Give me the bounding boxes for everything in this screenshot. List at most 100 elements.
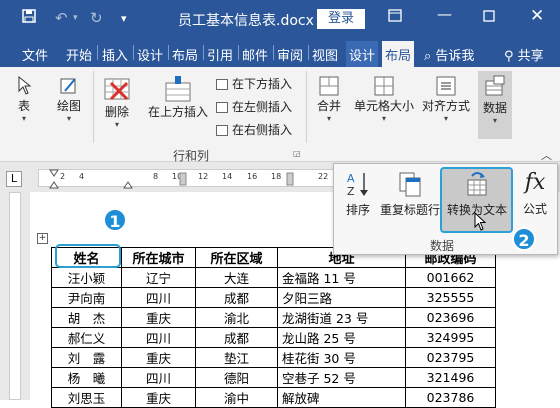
share-button[interactable]: ⚲ 共享 (504, 45, 544, 64)
svg-text:A: A (347, 172, 355, 185)
cell[interactable]: 夕阳三路 (277, 287, 406, 308)
insert-right-button[interactable]: 在右侧插入 (216, 121, 292, 138)
save-icon[interactable] (22, 9, 36, 27)
login-button[interactable]: 登录 (317, 9, 365, 29)
maximize-icon[interactable] (483, 8, 495, 26)
minimize-icon[interactable]: — (437, 5, 452, 23)
tell-me-search[interactable]: ⌕ 告诉我 (424, 45, 474, 64)
cell[interactable]: 辽宁 (121, 267, 196, 288)
cell[interactable]: 四川 (121, 287, 196, 308)
tell-me-label: 告诉我 (435, 49, 475, 64)
table-move-handle-icon[interactable]: + (37, 233, 48, 244)
tab-design[interactable]: 设计 (137, 45, 163, 64)
document-title: 员工基本信息表.docx -... (178, 13, 337, 29)
cell[interactable]: 重庆 (121, 307, 196, 328)
chevron-down-icon[interactable]: ▾ (73, 13, 78, 23)
tab-references[interactable]: 引用 (207, 45, 233, 64)
alignment-button[interactable]: 对齐方式 ▾ (418, 75, 474, 123)
cell[interactable]: 龙湖街道 23 号 (277, 307, 406, 328)
cell[interactable]: 尹向南 (51, 287, 122, 308)
insert-above-label: 在上方插入 (147, 105, 208, 119)
select-table-button[interactable]: 表 ▾ (10, 75, 38, 123)
cell-size-button[interactable]: 单元格大小 ▾ (352, 75, 416, 123)
tab-table-layout[interactable]: 布局 (382, 41, 415, 67)
cell[interactable]: 刘思玉 (51, 387, 122, 408)
table-row: 杨 曦四川 德阳 空巷子 52 号 321496 (51, 367, 496, 388)
cell[interactable]: 桂花街 30 号 (277, 347, 406, 368)
header-cell-city[interactable]: 所在城市 (121, 247, 196, 268)
cell[interactable]: 郝仁义 (51, 327, 122, 348)
cursor-select-icon (18, 75, 32, 95)
cell[interactable]: 成都 (195, 327, 278, 348)
vertical-ruler (0, 192, 30, 400)
insert-right-icon (216, 125, 228, 136)
fx-icon: fx (524, 170, 546, 195)
table-label: 表 (17, 99, 30, 113)
insert-below-button[interactable]: 在下方插入 (216, 75, 292, 92)
cell[interactable]: 金福路 11 号 (277, 267, 406, 288)
ribbon-display-options-icon[interactable] (388, 8, 402, 26)
data-label: 数据 (482, 101, 507, 115)
cell[interactable]: 023786 (405, 387, 496, 408)
cell[interactable]: 重庆 (121, 347, 196, 368)
insert-left-icon (216, 102, 228, 113)
redo-icon[interactable]: ↻ (90, 9, 103, 27)
header-cell-area[interactable]: 所在区域 (195, 247, 278, 268)
sort-button[interactable]: AZ 排序 (340, 170, 376, 218)
merge-button[interactable]: 合并 ▾ (313, 75, 345, 123)
cell[interactable]: 汪小颖 (51, 267, 122, 288)
customize-qat-icon[interactable]: ▾ (121, 12, 127, 25)
tab-table-design[interactable]: 设计 (346, 41, 379, 67)
collapse-ribbon-icon[interactable]: ︿ (541, 147, 552, 163)
cell[interactable]: 解放碑 (277, 387, 406, 408)
cell[interactable]: 001662 (405, 267, 496, 288)
tab-layout[interactable]: 布局 (172, 45, 198, 64)
cell[interactable]: 垫江 (195, 347, 278, 368)
data-group-label: 数据 (430, 239, 455, 253)
tab-review[interactable]: 审阅 (277, 45, 303, 64)
cell[interactable]: 龙山路 25 号 (277, 327, 406, 348)
cell[interactable]: 成都 (195, 287, 278, 308)
convert-to-text-button[interactable]: 转换为文本 (442, 170, 512, 218)
cell[interactable]: 渝中 (195, 387, 278, 408)
cell[interactable]: 四川 (121, 367, 196, 388)
formula-button[interactable]: fx 公式 (516, 170, 554, 217)
tab-mailings[interactable]: 邮件 (242, 45, 268, 64)
cell[interactable]: 空巷子 52 号 (277, 367, 406, 388)
cell[interactable]: 德阳 (195, 367, 278, 388)
delete-button[interactable]: 删除 ▾ (100, 75, 134, 129)
cell[interactable]: 渝北 (195, 307, 278, 328)
cell[interactable]: 大连 (195, 267, 278, 288)
tab-file[interactable]: 文件 (22, 45, 48, 64)
data-button[interactable]: 数据 ▾ (478, 71, 512, 139)
close-icon[interactable]: ✕ (530, 6, 544, 26)
dialog-launcher-icon[interactable]: ◲ (293, 149, 301, 158)
tab-insert[interactable]: 插入 (102, 45, 128, 64)
employee-table[interactable]: 姓名 所在城市 所在区域 地址 邮政编码 汪小颖 辽宁 大连 金福路 11 号 0016… (51, 247, 496, 408)
cell[interactable]: 胡 杰 (51, 307, 122, 328)
cell[interactable]: 杨 曦 (51, 367, 122, 388)
cell[interactable]: 刘 露 (51, 347, 122, 368)
table-row: 汪小颖 辽宁 大连 金福路 11 号 001662 (51, 267, 496, 288)
cell[interactable]: 023795 (405, 347, 496, 368)
draw-button[interactable]: 绘图 ▾ (52, 75, 86, 123)
insert-above-button[interactable]: 在上方插入 (146, 75, 210, 120)
cell[interactable]: 321496 (405, 367, 496, 388)
convert-to-text-icon (467, 172, 487, 196)
cell[interactable]: 重庆 (121, 387, 196, 408)
undo-icon[interactable]: ↶ (55, 9, 68, 27)
ruler-markers[interactable] (42, 168, 342, 190)
cell[interactable]: 325555 (405, 287, 496, 308)
cell[interactable]: 023696 (405, 307, 496, 328)
title-bar: ↶ ▾ ↻ ▾ 员工基本信息表.docx -... 登录 — ✕ (0, 0, 560, 38)
tab-home[interactable]: 开始 (66, 45, 92, 64)
cell[interactable]: 324995 (405, 327, 496, 348)
mouse-cursor-icon (474, 212, 487, 231)
alignment-label: 对齐方式 (421, 99, 470, 113)
table-row: 刘 露重庆 垫江 桂花街 30 号 023795 (51, 347, 496, 368)
insert-left-button[interactable]: 在左侧插入 (216, 98, 292, 115)
repeat-header-rows-button[interactable]: 重复标题行 (380, 170, 440, 218)
tab-view[interactable]: 视图 (312, 45, 338, 64)
cell[interactable]: 四川 (121, 327, 196, 348)
tab-selector[interactable]: L (6, 171, 22, 187)
